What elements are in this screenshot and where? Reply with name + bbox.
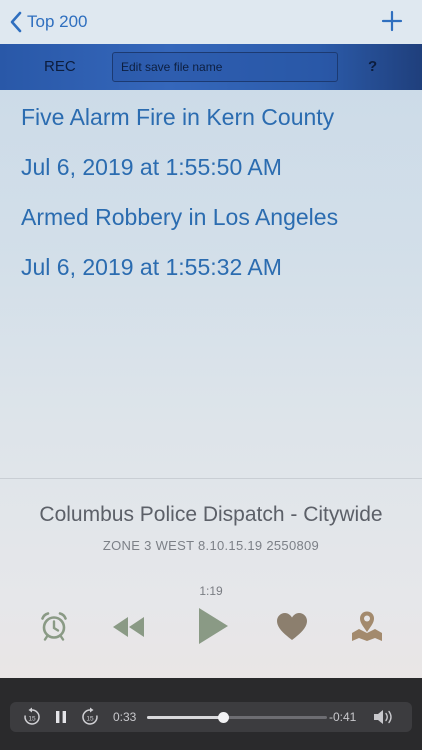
scrubber-knob[interactable] — [217, 712, 229, 723]
speaker-icon — [374, 710, 392, 724]
svg-text:15: 15 — [86, 716, 94, 723]
save-file-name-input[interactable] — [112, 52, 338, 82]
back-button-label: Top 200 — [27, 12, 88, 31]
sleep-timer-readout: 1:19 — [199, 584, 223, 598]
alarm-button[interactable] — [38, 610, 70, 642]
station-name: Columbus Police Dispatch - Citywide — [39, 503, 383, 526]
heart-icon — [277, 613, 307, 640]
screen: Top 200 REC ? Five Alarm Fire in Kern Co… — [0, 0, 422, 750]
plus-icon — [381, 10, 403, 32]
skip-forward-button[interactable]: 15 — [80, 707, 100, 727]
rec-button[interactable]: REC — [44, 58, 76, 75]
divider — [0, 478, 422, 479]
svg-text:15: 15 — [28, 716, 36, 723]
map-button[interactable] — [349, 609, 385, 643]
play-icon — [199, 608, 228, 644]
volume-button[interactable] — [372, 708, 396, 726]
remaining-time: -0:41 — [329, 710, 357, 724]
add-button[interactable] — [380, 9, 404, 33]
skip-forward-15-icon: 15 — [82, 707, 98, 725]
alarm-clock-icon — [41, 612, 67, 641]
recording-title[interactable]: Armed Robbery in Los Angeles — [21, 200, 411, 250]
rewind-button[interactable] — [111, 614, 147, 640]
chevron-left-icon — [10, 11, 22, 33]
scrubber-track[interactable] — [147, 712, 327, 723]
pause-button[interactable] — [54, 710, 68, 724]
recording-timestamp[interactable]: Jul 6, 2019 at 1:55:50 AM — [21, 150, 411, 200]
recording-title[interactable]: Five Alarm Fire in Kern County — [21, 100, 411, 150]
pause-icon — [56, 711, 66, 723]
scrubber-progress — [147, 716, 223, 719]
elapsed-time: 0:33 — [113, 710, 137, 724]
skip-back-button[interactable]: 15 — [22, 707, 42, 727]
help-button[interactable]: ? — [368, 58, 377, 75]
skip-back-15-icon: 15 — [24, 707, 40, 725]
back-button[interactable]: Top 200 — [10, 9, 88, 35]
favorite-button[interactable] — [276, 612, 308, 642]
audio-player: 15 15 0:33 -0:41 — [0, 678, 422, 750]
station-subtitle: ZONE 3 WEST 8.10.15.19 2550809 — [102, 538, 320, 553]
navigation-bar: Top 200 — [0, 0, 422, 44]
audio-player-controls: 15 15 0:33 -0:41 — [10, 702, 412, 732]
record-toolbar: REC ? — [0, 44, 422, 90]
play-button[interactable] — [196, 606, 230, 646]
recordings-list: Five Alarm Fire in Kern County Jul 6, 20… — [21, 100, 411, 300]
rewind-icon — [113, 617, 144, 637]
recording-timestamp[interactable]: Jul 6, 2019 at 1:55:32 AM — [21, 250, 411, 300]
map-pin-icon — [352, 611, 382, 641]
